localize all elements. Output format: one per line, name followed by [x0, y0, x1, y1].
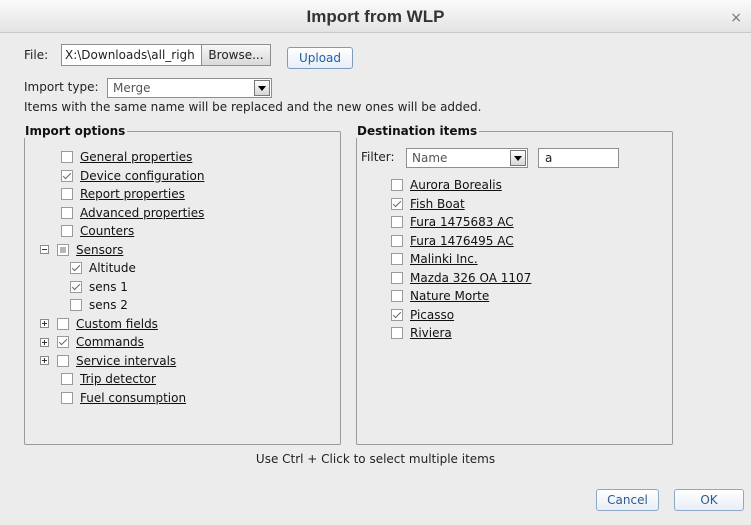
- checkbox[interactable]: [61, 169, 73, 182]
- checkbox[interactable]: [391, 197, 403, 210]
- import-option-device-configuration[interactable]: Device configuration: [61, 167, 204, 185]
- option-label: Commands: [76, 335, 144, 349]
- import-option-fuel-consumption[interactable]: Fuel consumption: [61, 389, 186, 407]
- checkbox[interactable]: [61, 391, 73, 404]
- destination-item-label: Picasso: [410, 307, 455, 322]
- file-path-input[interactable]: X:\Downloads\all_righ: [61, 44, 202, 66]
- checkbox[interactable]: [57, 336, 69, 348]
- browse-button[interactable]: Browse...: [201, 44, 271, 66]
- import-option-sens-1[interactable]: sens 1: [70, 278, 128, 296]
- option-label: Device configuration: [80, 168, 205, 183]
- checkbox[interactable]: [391, 271, 403, 284]
- filter-field-value: Name: [412, 151, 448, 165]
- checkbox[interactable]: [391, 234, 403, 247]
- expand-plus-icon[interactable]: [40, 319, 49, 328]
- destination-items-legend: Destination items: [357, 124, 478, 138]
- ok-button[interactable]: OK: [674, 489, 744, 511]
- chevron-down-icon[interactable]: [254, 80, 270, 96]
- checkbox[interactable]: [70, 262, 82, 274]
- checkbox[interactable]: [391, 327, 403, 339]
- destination-item-label: Riviera: [410, 326, 452, 340]
- checkbox[interactable]: [61, 206, 73, 219]
- destination-item-label: Fish Boat: [410, 196, 465, 211]
- destination-item-label: Fura 1475683 AC: [410, 215, 514, 229]
- cancel-button[interactable]: Cancel: [596, 489, 659, 511]
- import-option-advanced-properties[interactable]: Advanced properties: [61, 204, 204, 222]
- option-label: General properties: [80, 150, 193, 164]
- chevron-down-icon[interactable]: [510, 150, 526, 166]
- option-label: Custom fields: [76, 316, 158, 331]
- import-option-custom-fields[interactable]: Custom fields: [40, 315, 158, 333]
- destination-item-fish-boat[interactable]: Fish Boat: [391, 195, 465, 213]
- close-icon[interactable]: ×: [730, 10, 742, 26]
- checkbox[interactable]: [70, 280, 82, 293]
- option-label: Advanced properties: [80, 205, 205, 220]
- checkbox[interactable]: [57, 243, 69, 256]
- checkbox[interactable]: [61, 151, 73, 163]
- destination-item-label: Aurora Borealis: [410, 178, 502, 192]
- destination-item-riviera[interactable]: Riviera: [391, 324, 452, 342]
- expand-plus-icon[interactable]: [40, 356, 49, 365]
- option-label: sens 2: [89, 298, 128, 312]
- destination-item-fura-1476495-ac[interactable]: Fura 1476495 AC: [391, 232, 514, 250]
- expand-plus-icon[interactable]: [40, 337, 49, 347]
- destination-item-fura-1475683-ac[interactable]: Fura 1475683 AC: [391, 213, 514, 231]
- merge-note: Items with the same name will be replace…: [24, 100, 482, 114]
- checkbox[interactable]: [391, 308, 403, 321]
- import-type-select[interactable]: Merge: [107, 78, 272, 98]
- option-label: Counters: [80, 224, 135, 238]
- import-option-service-intervals[interactable]: Service intervals: [40, 352, 176, 370]
- import-type-label: Import type:: [24, 80, 99, 94]
- upload-button[interactable]: Upload: [287, 47, 353, 69]
- destination-item-label: Fura 1476495 AC: [410, 233, 514, 248]
- filter-input[interactable]: a: [538, 148, 619, 168]
- filter-label: Filter:: [361, 150, 395, 164]
- import-option-sens-2[interactable]: sens 2: [70, 296, 128, 314]
- destination-item-label: Nature Morte: [410, 289, 490, 303]
- option-label: sens 1: [89, 279, 128, 294]
- import-option-commands[interactable]: Commands: [40, 333, 144, 351]
- option-label: Sensors: [76, 242, 124, 257]
- option-label: Fuel consumption: [80, 390, 187, 405]
- file-label: File:: [24, 48, 49, 62]
- dialog-title: Import from WLP: [306, 7, 445, 26]
- destination-item-label: Malinki Inc.: [410, 252, 478, 266]
- import-option-trip-detector[interactable]: Trip detector: [61, 370, 156, 388]
- checkbox[interactable]: [61, 225, 73, 237]
- checkbox[interactable]: [391, 290, 403, 302]
- destination-item-mazda-326-oa-1107[interactable]: Mazda 326 OA 1107: [391, 269, 531, 287]
- checkbox[interactable]: [391, 253, 403, 265]
- filter-field-select[interactable]: Name: [406, 148, 528, 168]
- option-label: Altitude: [89, 261, 136, 275]
- option-label: Report properties: [80, 187, 185, 201]
- option-label: Service intervals: [76, 353, 177, 368]
- checkbox[interactable]: [61, 373, 73, 385]
- import-option-report-properties[interactable]: Report properties: [61, 185, 185, 203]
- option-label: Trip detector: [80, 372, 156, 386]
- import-option-counters[interactable]: Counters: [61, 222, 134, 240]
- checkbox[interactable]: [391, 179, 403, 191]
- collapse-minus-icon[interactable]: [40, 245, 49, 254]
- checkbox[interactable]: [70, 299, 82, 311]
- import-options-legend: Import options: [25, 124, 126, 138]
- destination-item-label: Mazda 326 OA 1107: [410, 270, 532, 285]
- import-option-altitude[interactable]: Altitude: [70, 259, 136, 277]
- checkbox[interactable]: [391, 216, 403, 228]
- dialog-titlebar: Import from WLP ×: [0, 0, 751, 33]
- destination-item-malinki-inc[interactable]: Malinki Inc.: [391, 250, 478, 268]
- import-option-general-properties[interactable]: General properties: [61, 148, 192, 166]
- destination-item-nature-morte[interactable]: Nature Morte: [391, 287, 489, 305]
- import-type-value: Merge: [113, 81, 151, 95]
- checkbox[interactable]: [57, 317, 69, 330]
- import-option-sensors[interactable]: Sensors: [40, 241, 123, 259]
- selection-hint: Use Ctrl + Click to select multiple item…: [255, 452, 496, 466]
- destination-item-aurora-borealis[interactable]: Aurora Borealis: [391, 176, 502, 194]
- checkbox[interactable]: [57, 354, 69, 367]
- checkbox[interactable]: [61, 188, 73, 200]
- destination-item-picasso[interactable]: Picasso: [391, 306, 454, 324]
